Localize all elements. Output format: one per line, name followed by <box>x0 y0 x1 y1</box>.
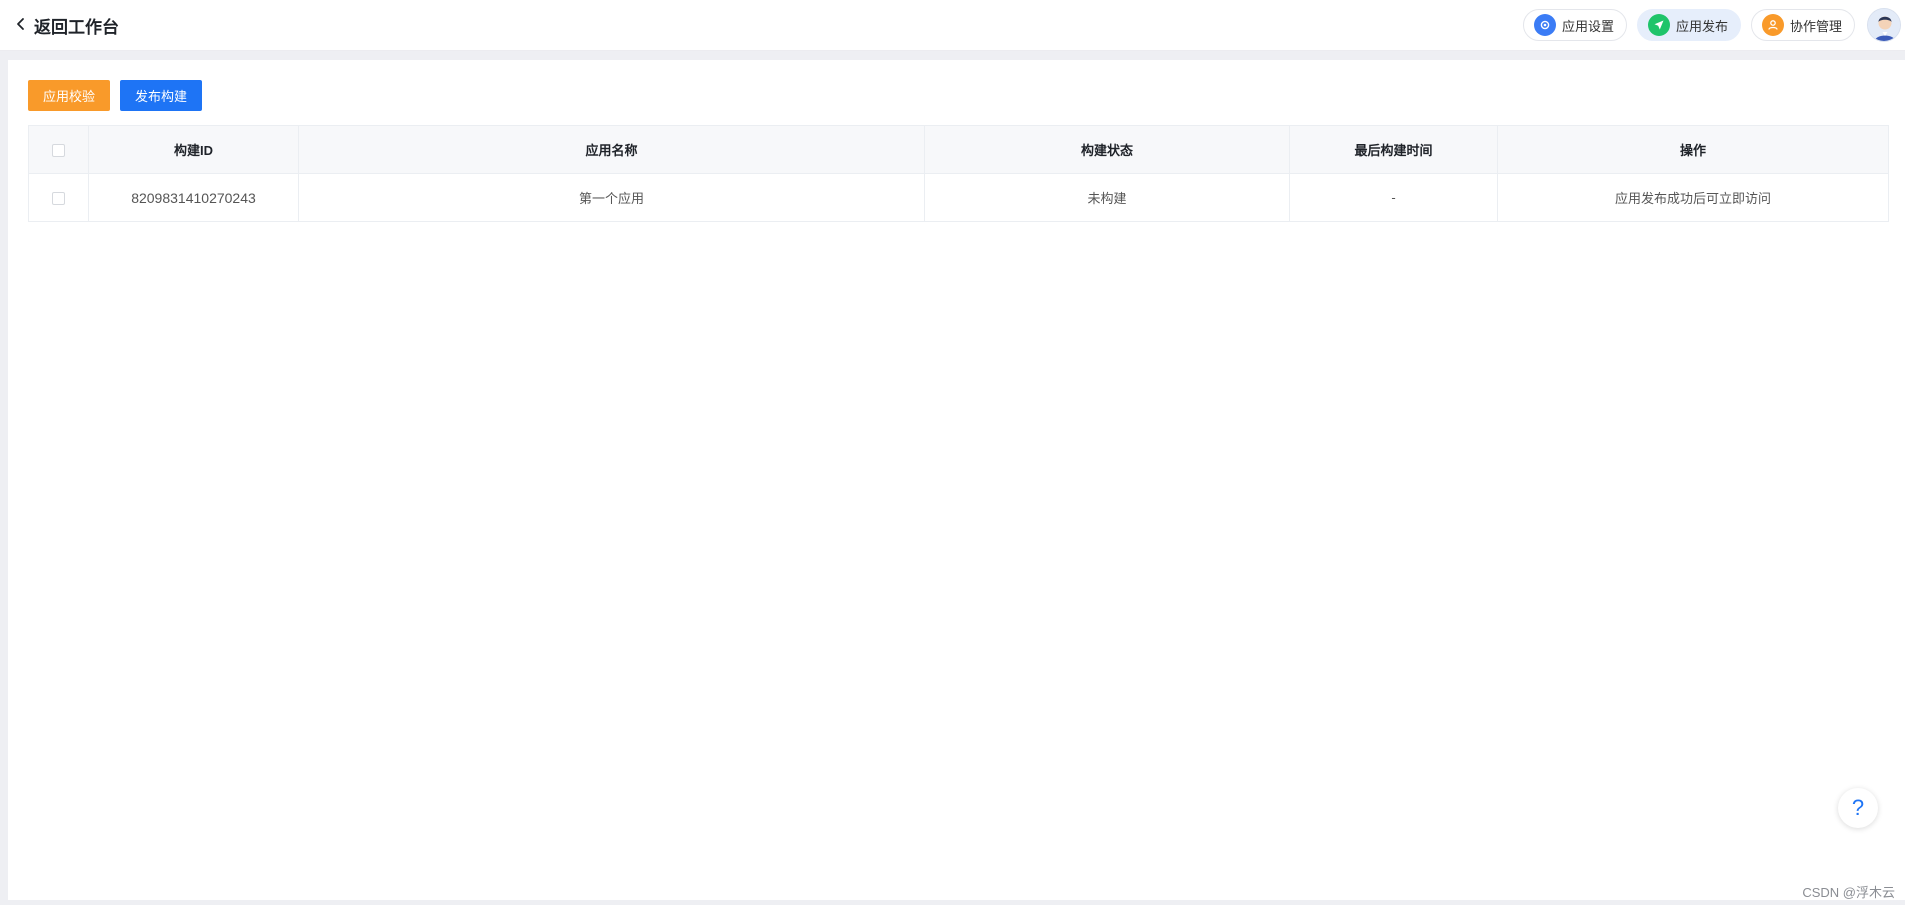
app-publish-button[interactable]: 应用发布 <box>1636 9 1741 41</box>
validate-app-button[interactable]: 应用校验 <box>28 80 111 111</box>
app-publish-label: 应用发布 <box>1675 18 1728 34</box>
watermark: CSDN @浮木云 <box>1802 885 1895 900</box>
app-settings-label: 应用设置 <box>1561 18 1614 34</box>
build-status-cell: 未构建 <box>924 173 1290 222</box>
users-icon <box>1761 14 1784 36</box>
column-header-build-id: 构建ID <box>88 125 299 174</box>
build-panel: 应用校验 发布构建 构建ID 应用名称 构建状态 最后构建时间 操作 82098… <box>8 60 1905 900</box>
select-all-cell <box>28 125 89 174</box>
table-header-row: 构建ID 应用名称 构建状态 最后构建时间 操作 <box>28 125 1889 174</box>
app-name-cell: 第一个应用 <box>298 173 925 222</box>
column-header-app-name: 应用名称 <box>298 125 925 174</box>
publish-build-button[interactable]: 发布构建 <box>120 80 203 111</box>
last-build-time-cell: - <box>1289 173 1498 222</box>
question-icon: ? <box>1851 795 1865 820</box>
build-id-cell: 8209831410270243 <box>88 173 299 222</box>
chevron-left-icon <box>14 17 28 34</box>
back-to-workbench-button[interactable]: 返回工作台 <box>14 13 119 38</box>
action-cell: 应用发布成功后可立即访问 <box>1497 173 1889 222</box>
toolbar: 应用校验 发布构建 <box>28 80 212 111</box>
back-label: 返回工作台 <box>34 17 119 37</box>
collaboration-button[interactable]: 协作管理 <box>1750 9 1855 41</box>
collaboration-label: 协作管理 <box>1789 18 1842 34</box>
app-settings-button[interactable]: 应用设置 <box>1522 9 1627 41</box>
table-row: 8209831410270243 第一个应用 未构建 - 应用发布成功后可立即访… <box>28 173 1889 222</box>
help-button[interactable]: ? <box>1838 788 1878 828</box>
top-bar: 返回工作台 应用设置 应用发布 协作管理 <box>0 0 1905 51</box>
select-all-checkbox[interactable] <box>52 144 65 158</box>
row-checkbox[interactable] <box>52 192 65 206</box>
header-nav: 应用设置 应用发布 协作管理 <box>1522 8 1901 42</box>
column-header-build-status: 构建状态 <box>924 125 1290 174</box>
row-select-cell <box>28 173 89 222</box>
column-header-actions: 操作 <box>1497 125 1889 174</box>
send-icon <box>1647 14 1670 36</box>
column-header-last-build-time: 最后构建时间 <box>1289 125 1498 174</box>
user-avatar[interactable] <box>1867 8 1901 42</box>
build-table: 构建ID 应用名称 构建状态 最后构建时间 操作 820983141027024… <box>28 125 1889 222</box>
settings-icon <box>1533 14 1556 36</box>
